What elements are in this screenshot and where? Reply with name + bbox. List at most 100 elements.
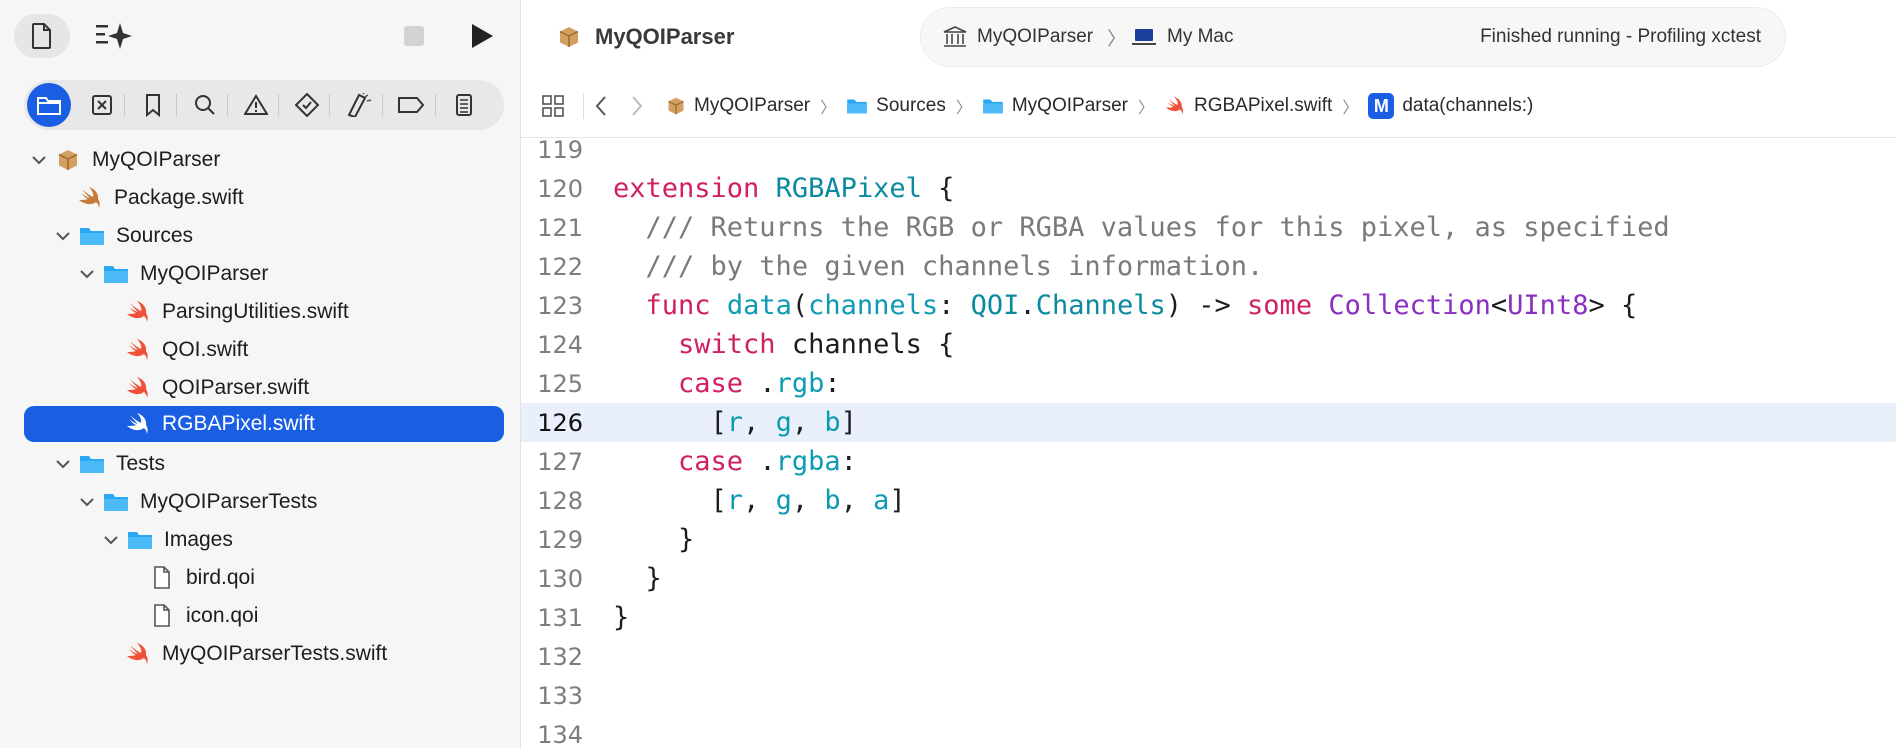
stop-button[interactable] xyxy=(392,14,436,58)
tree-item-file[interactable]: MyQOIParserTests.swift xyxy=(124,636,387,672)
breadcrumb-file[interactable]: RGBAPixel.swift xyxy=(1164,95,1332,117)
tab-reports[interactable] xyxy=(442,83,486,127)
tab-bookmarks[interactable] xyxy=(131,83,175,127)
run-button[interactable] xyxy=(460,14,504,58)
tree-item-label: icon.qoi xyxy=(186,604,259,627)
breadcrumb-sources[interactable]: Sources xyxy=(846,95,946,117)
code-line: 130 } xyxy=(521,559,1896,598)
building-columns-icon xyxy=(943,26,967,47)
chevron-down-icon[interactable] xyxy=(76,269,98,279)
tree-item-label: MyQOIParser xyxy=(140,262,269,285)
method-icon: M xyxy=(1368,93,1395,119)
sidebar-toolbar xyxy=(14,14,504,58)
code-line: 128 [r, g, b, a] xyxy=(521,481,1896,520)
tree-item-label: QOI.swift xyxy=(162,338,249,361)
code-text: /// by the given channels information. xyxy=(645,251,1264,282)
tree-item-package[interactable]: MyQOIParser xyxy=(28,142,220,178)
tab-source-control[interactable] xyxy=(80,83,124,127)
chevron-down-icon[interactable] xyxy=(52,231,74,241)
code-text: } xyxy=(613,524,695,555)
tree-item-label: Package.swift xyxy=(114,186,244,209)
navigator-toggle-button[interactable] xyxy=(14,14,70,58)
xcode-window: MyQOIParser Package.swift Sources MyQOIP… xyxy=(0,0,1896,749)
document-icon xyxy=(148,565,176,591)
destination-selector[interactable]: My Mac xyxy=(1131,8,1234,66)
tree-item-file[interactable]: icon.qoi xyxy=(148,598,258,634)
tree-item-file[interactable]: QOI.swift xyxy=(124,332,248,368)
package-icon xyxy=(557,25,581,49)
swift-icon xyxy=(124,299,152,325)
folder-icon xyxy=(78,223,106,249)
report-icon xyxy=(456,94,472,116)
tree-item-file[interactable]: bird.qoi xyxy=(148,560,255,596)
line-number: 120 xyxy=(537,174,583,203)
code-text: case .rgb: xyxy=(678,368,841,399)
assistant-button[interactable] xyxy=(86,14,142,58)
editor-area: MyQOIParser MyQOIParser 〉 My Mac Finishe… xyxy=(521,0,1896,749)
code-line: 129 } xyxy=(521,520,1896,559)
line-number: 124 xyxy=(537,330,583,359)
tree-item-file[interactable]: Package.swift xyxy=(76,180,244,216)
code-text: [r, g, b] xyxy=(613,407,857,438)
navigator-tabs xyxy=(24,80,504,130)
warning-icon xyxy=(244,94,268,115)
activity-status-bar: MyQOIParser 〉 My Mac Finished running - … xyxy=(921,8,1785,66)
tree-item-folder[interactable]: MyQOIParserTests xyxy=(76,484,317,520)
folder-icon xyxy=(37,97,61,115)
folder-icon xyxy=(846,97,868,115)
tree-item-file[interactable]: ParsingUtilities.swift xyxy=(124,294,349,330)
swift-icon xyxy=(76,185,104,211)
code-text: case .rgba: xyxy=(678,446,857,477)
tab-breakpoints[interactable] xyxy=(389,83,433,127)
breadcrumb-label: RGBAPixel.swift xyxy=(1194,95,1333,116)
code-line: 122 /// by the given channels informatio… xyxy=(521,247,1896,286)
chevron-right-icon: 〉 xyxy=(1107,28,1127,50)
line-number: 127 xyxy=(537,447,583,476)
swift-icon xyxy=(1164,96,1186,116)
code-line: 134 xyxy=(521,715,1896,754)
breadcrumb-target[interactable]: MyQOIParser xyxy=(982,95,1128,117)
source-control-icon xyxy=(92,95,112,115)
code-line: 131 } xyxy=(521,598,1896,637)
code-line: 125 case .rgb: xyxy=(521,364,1896,403)
tree-item-folder[interactable]: Images xyxy=(100,522,233,558)
folder-icon xyxy=(78,451,106,477)
project-title: MyQOIParser xyxy=(557,22,734,52)
chevron-down-icon[interactable] xyxy=(28,155,50,165)
tab-debug[interactable] xyxy=(336,83,380,127)
chevron-right-icon: 〉 xyxy=(1342,100,1359,117)
chevron-down-icon[interactable] xyxy=(100,535,122,545)
tree-item-file[interactable]: QOIParser.swift xyxy=(124,370,309,406)
chevron-down-icon[interactable] xyxy=(52,459,74,469)
tab-find[interactable] xyxy=(183,83,227,127)
code-line: 121 /// Returns the RGB or RGBA values f… xyxy=(521,208,1896,247)
navigator-sidebar: MyQOIParser Package.swift Sources MyQOIP… xyxy=(0,0,521,748)
code-line: 120 extension RGBAPixel { xyxy=(521,169,1896,208)
line-number: 132 xyxy=(537,642,583,671)
tab-issues[interactable] xyxy=(234,83,278,127)
tree-item-folder[interactable]: MyQOIParser xyxy=(76,256,268,292)
tab-tests[interactable] xyxy=(285,83,329,127)
source-editor[interactable]: 119 120 extension RGBAPixel { 121 /// Re… xyxy=(521,130,1896,749)
breakpoint-icon xyxy=(398,97,425,113)
document-icon xyxy=(148,603,176,629)
chevron-right-icon[interactable] xyxy=(630,95,644,117)
tab-project-navigator[interactable] xyxy=(27,83,71,127)
chevron-down-icon[interactable] xyxy=(76,497,98,507)
grid-icon[interactable] xyxy=(541,94,565,118)
breadcrumb-method[interactable]: M data(channels:) xyxy=(1368,93,1533,119)
tree-item-folder[interactable]: Tests xyxy=(52,446,165,482)
breadcrumb-package[interactable]: MyQOIParser xyxy=(666,95,810,117)
code-text: } xyxy=(613,563,662,594)
swift-icon xyxy=(124,375,152,401)
tree-item-file-selected[interactable]: RGBAPixel.swift xyxy=(24,406,504,442)
chevron-left-icon[interactable] xyxy=(594,95,608,117)
folder-icon xyxy=(102,261,130,287)
line-number: 123 xyxy=(537,291,583,320)
tree-item-folder[interactable]: Sources xyxy=(52,218,193,254)
scheme-selector[interactable]: MyQOIParser 〉 xyxy=(943,8,1126,66)
tree-item-label: Tests xyxy=(116,452,166,475)
tree-item-label: Sources xyxy=(116,224,194,247)
folder-icon xyxy=(126,527,154,553)
tree-item-label: QOIParser.swift xyxy=(162,376,310,399)
